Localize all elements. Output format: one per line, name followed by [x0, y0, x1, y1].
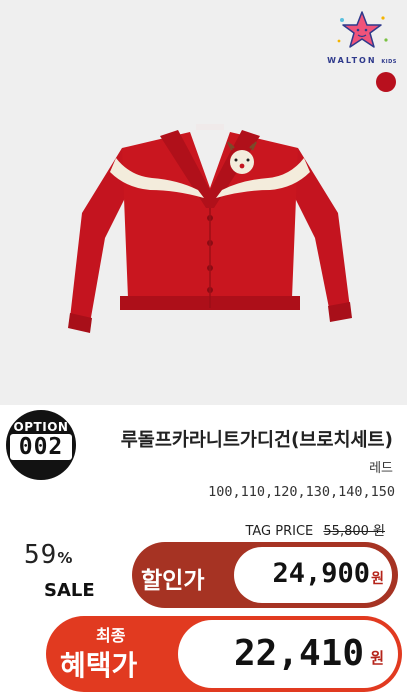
final-price-pill: 최종 혜택가 22,410 원 [46, 616, 402, 692]
tag-price: 55,800 원 [323, 524, 385, 539]
discount-rate-value: 59 [24, 540, 58, 570]
final-label: 혜택가 [60, 649, 138, 682]
product-color: 레드 [369, 461, 393, 476]
sale-price-label: 할인가 [141, 568, 205, 594]
sale-price: 24,900 [272, 558, 370, 589]
sale-price-box: 24,900 원 [234, 547, 392, 603]
tag-price-label: TAG PRICE [245, 524, 314, 539]
discount-rate: 59% [24, 540, 73, 570]
final-price-unit: 원 [370, 649, 384, 667]
final-price-box: 22,410 원 [178, 620, 398, 688]
option-label: OPTION [13, 420, 69, 434]
color-swatch-red[interactable] [376, 72, 396, 92]
product-title: 루돌프카라니트가디건(브로치세트) [120, 430, 393, 451]
sale-label: SALE [44, 580, 95, 601]
product-sizes: 100,110,120,130,140,150 [208, 484, 395, 500]
final-price: 22,410 [233, 633, 364, 674]
option-number: 002 [10, 434, 72, 460]
tag-price-row: TAG PRICE 55,800 원 [245, 520, 385, 539]
sale-price-unit: 원 [371, 571, 384, 587]
logo-wordmark: WALTON KIDS [327, 56, 397, 65]
product-photo: WALTON KIDS [0, 0, 407, 405]
final-label-top: 최종 [96, 626, 126, 645]
sale-price-pill: 할인가 24,900 원 [132, 542, 398, 608]
cardigan-image [68, 124, 352, 333]
option-badge: OPTION 002 [6, 410, 76, 480]
discount-rate-unit: % [57, 549, 74, 567]
